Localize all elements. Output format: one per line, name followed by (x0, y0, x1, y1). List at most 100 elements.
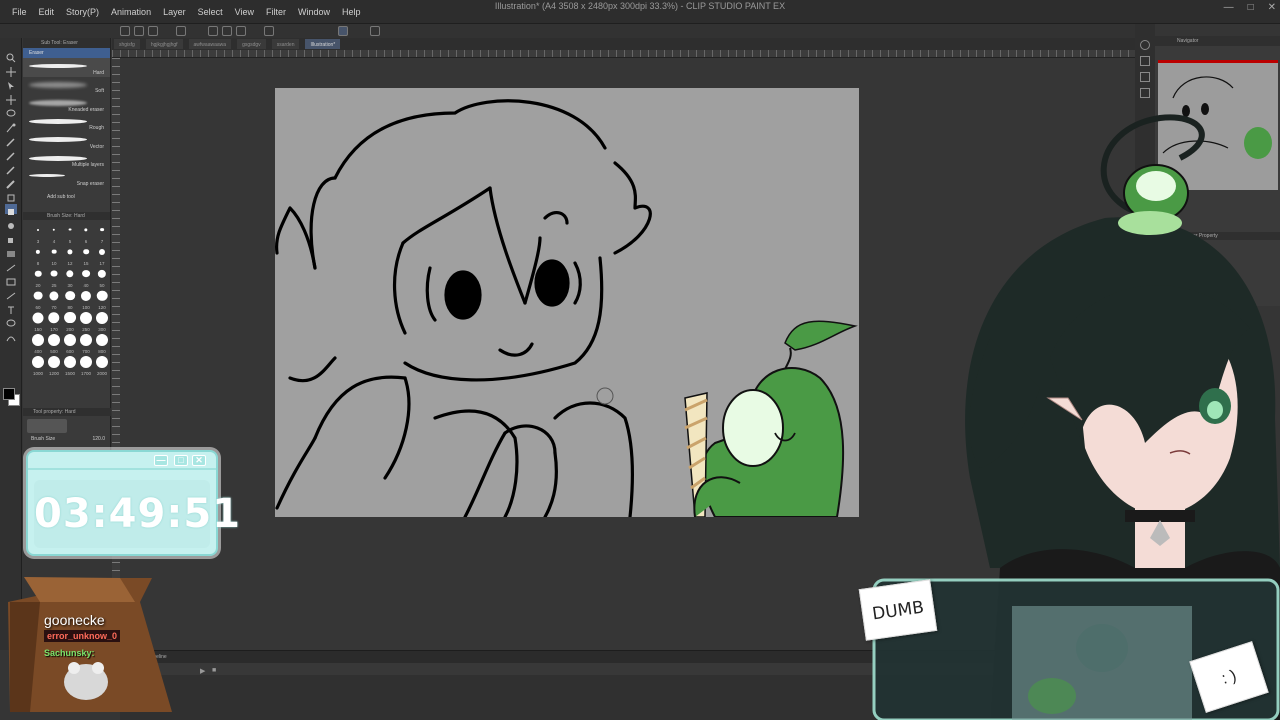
brush-size-preset[interactable]: 80 (63, 290, 77, 310)
brush-size-preset[interactable]: 1500 (63, 355, 77, 376)
subtool-item[interactable]: Rough (23, 114, 110, 133)
eraser-icon[interactable] (5, 204, 17, 215)
brush-size-preset[interactable]: 3 (31, 224, 45, 244)
new-icon[interactable] (120, 26, 130, 36)
brush-size-value[interactable]: 120.0 (92, 436, 105, 442)
brush-size-preset[interactable]: 300 (95, 311, 109, 332)
brush-size-number: 700 (82, 348, 90, 354)
drawing-canvas[interactable] (275, 88, 859, 517)
tab-document[interactable]: awfwaawaawa (188, 39, 232, 49)
gradient-icon[interactable] (5, 246, 17, 257)
auto-select-icon[interactable] (5, 120, 17, 133)
brush-size-row[interactable]: Brush Size 120.0 (23, 436, 111, 442)
figure-icon[interactable] (5, 260, 17, 272)
tab-document[interactable]: gsgsdgv (237, 39, 266, 49)
brush-size-preset[interactable]: 4 (47, 224, 61, 244)
brush-size-preset[interactable]: 200 (63, 311, 77, 332)
brush-size-preset[interactable]: 1000 (31, 355, 45, 376)
brush-size-preset[interactable]: 40 (79, 268, 93, 288)
brush-size-preset[interactable]: 12 (63, 246, 77, 266)
subtool-item[interactable]: Vector (23, 132, 110, 151)
brush-size-preset[interactable]: 800 (95, 333, 109, 354)
subtool-item[interactable]: Hard (23, 58, 110, 77)
close-icon[interactable]: ✕ (192, 455, 206, 466)
ruler-tool-icon[interactable] (5, 288, 17, 300)
frame-icon[interactable] (5, 274, 17, 286)
tab-document[interactable]: ssarden (271, 39, 300, 49)
brush-size-preset[interactable]: 2000 (95, 355, 109, 376)
tool-property-panel: Tool property: Hard Brush Size 120.0 (23, 408, 111, 450)
brush-size-preset[interactable]: 15 (79, 246, 93, 266)
pen-icon[interactable] (5, 148, 17, 161)
correct-line-icon[interactable] (5, 330, 17, 342)
panel-icon[interactable] (1140, 72, 1150, 82)
brush-size-preset[interactable]: 7 (95, 224, 109, 244)
transform-icon[interactable] (264, 26, 274, 36)
brush-size-preset[interactable]: 25 (47, 268, 61, 288)
tab-document[interactable]: hgjkgjhgjhgf (145, 39, 183, 49)
operation-icon[interactable] (5, 78, 17, 90)
pencil-icon[interactable] (5, 162, 17, 175)
brush-size-preset[interactable]: 70 (47, 290, 61, 310)
fill-icon[interactable] (5, 232, 17, 243)
maximize-icon[interactable]: □ (174, 455, 188, 466)
save-icon[interactable] (148, 26, 158, 36)
brush-size-preset[interactable]: 1700 (79, 355, 93, 376)
brush-size-preset[interactable]: 1200 (47, 355, 61, 376)
tab-document[interactable]: shgisfg (114, 39, 140, 49)
undo-icon[interactable] (208, 26, 218, 36)
brush-size-preset[interactable]: 10 (47, 246, 61, 266)
brush-size-preset[interactable]: 170 (47, 311, 61, 332)
brush-size-preset[interactable]: 30 (63, 268, 77, 288)
add-sub-tool-button[interactable]: Add sub tool (23, 188, 110, 208)
clear-icon[interactable] (176, 26, 186, 36)
subtool-item[interactable]: Kneaded eraser (23, 95, 110, 114)
maximize-icon[interactable]: □ (1248, 2, 1254, 13)
brush-size-preset[interactable]: 120 (95, 290, 109, 310)
move-layer-icon[interactable] (5, 92, 17, 105)
zoom-icon[interactable] (5, 50, 17, 63)
close-icon[interactable]: ✕ (1268, 2, 1276, 13)
brush-size-preset[interactable]: 5 (63, 224, 77, 244)
brush-size-preset[interactable]: 17 (95, 246, 109, 266)
brush-size-preset[interactable]: 50 (95, 268, 109, 288)
brush-size-preset[interactable]: 500 (47, 333, 61, 354)
brush-size-preset[interactable]: 250 (79, 311, 93, 332)
foreground-color-swatch[interactable] (3, 388, 15, 400)
minimize-icon[interactable]: — (154, 455, 168, 466)
subtool-label: Rough (89, 125, 104, 131)
play-icon[interactable]: ▶ (200, 667, 205, 675)
panel-icon[interactable] (1140, 88, 1150, 98)
subtool-group-tab[interactable]: Eraser (23, 48, 110, 58)
airbrush-icon[interactable] (5, 190, 17, 202)
brush-size-preset[interactable]: 700 (79, 333, 93, 354)
redo-icon[interactable] (222, 26, 232, 36)
minimize-icon[interactable]: — (1224, 2, 1234, 13)
lasso-icon[interactable] (5, 106, 17, 117)
brush-icon[interactable] (5, 176, 17, 189)
open-icon[interactable] (134, 26, 144, 36)
snap-icon[interactable] (338, 26, 348, 36)
text-icon[interactable] (5, 302, 17, 314)
subtool-item[interactable]: Multiple layers (23, 151, 110, 170)
help-icon[interactable] (1140, 40, 1150, 50)
balloon-icon[interactable] (5, 316, 17, 327)
subtool-item[interactable]: Snap eraser (23, 169, 110, 188)
brush-size-preset[interactable]: 60 (31, 290, 45, 310)
brush-size-preset[interactable]: 400 (31, 333, 45, 354)
ruler-icon[interactable] (370, 26, 380, 36)
brush-size-preset[interactable]: 150 (31, 312, 45, 332)
eyedropper-icon[interactable] (5, 134, 17, 147)
brush-size-preset[interactable]: 600 (63, 333, 77, 354)
subtool-item[interactable]: Soft (23, 77, 110, 96)
brush-size-preset[interactable]: 100 (79, 290, 93, 310)
stop-icon[interactable]: ■ (212, 667, 216, 674)
move-icon[interactable] (5, 64, 17, 77)
brush-size-preset[interactable]: 8 (31, 246, 45, 266)
tab-illustration-active[interactable]: Illustration* (305, 39, 341, 49)
gear-icon[interactable] (236, 26, 246, 36)
brush-size-preset[interactable]: 6 (79, 224, 93, 244)
panel-icon[interactable] (1140, 56, 1150, 66)
blend-icon[interactable] (5, 218, 17, 229)
brush-size-preset[interactable]: 20 (31, 268, 45, 288)
